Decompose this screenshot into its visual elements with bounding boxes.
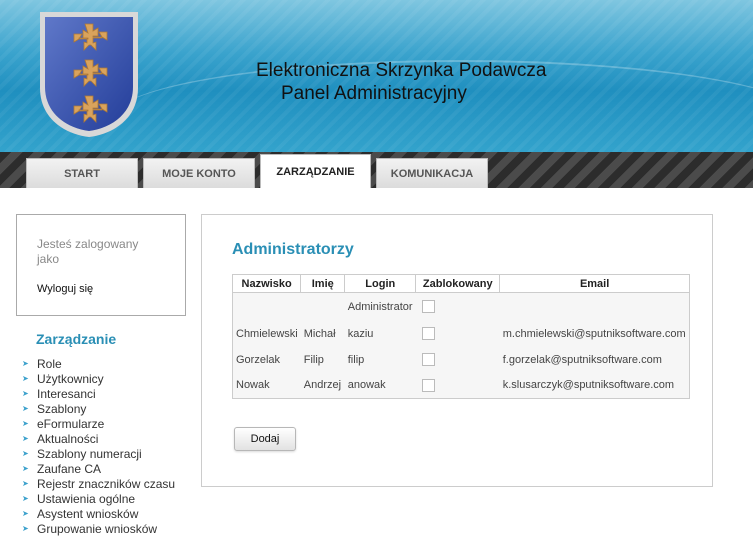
cell-imie [301, 293, 345, 321]
chevron-right-icon: ➤ [22, 359, 29, 368]
cell-imie: Filip [303, 353, 324, 366]
cell-nazwisko: Chmielewski [236, 327, 298, 340]
sidebar-item-eformularze[interactable]: ➤ eFormularze [22, 417, 175, 432]
chevron-right-icon: ➤ [22, 434, 29, 443]
sidebar-item-uzytkownicy[interactable]: ➤ Użytkownicy [22, 372, 175, 387]
cell-nazwisko: Nowak [236, 379, 270, 392]
cell-nazwisko [233, 293, 301, 321]
login-status-panel: Jesteś zalogowany jako Wyloguj się [16, 214, 186, 316]
chevron-right-icon: ➤ [22, 449, 29, 458]
sidebar-item-grupowanie-wnioskow[interactable]: ➤ Grupowanie wniosków [22, 522, 175, 537]
administrators-table: Nazwisko Imię Login Zablokowany Email Ad… [231, 274, 690, 399]
tab-moje-konto[interactable]: MOJE KONTO [143, 158, 255, 188]
chevron-right-icon: ➤ [22, 524, 29, 533]
column-header-imie[interactable]: Imię [300, 274, 346, 293]
column-header-zablokowany[interactable]: Zablokowany [415, 274, 501, 293]
chevron-right-icon: ➤ [22, 389, 29, 398]
cell-login: filip [347, 353, 365, 366]
table-row[interactable]: Gorzelak Filip filip f.gorzelak@sputniks… [233, 347, 690, 373]
sidebar-item-asystent-wnioskow[interactable]: ➤ Asystent wniosków [22, 507, 175, 522]
cell-email [500, 293, 690, 321]
sidebar-item-zaufane-ca[interactable]: ➤ Zaufane CA [22, 462, 175, 477]
chevron-right-icon: ➤ [22, 509, 29, 518]
chevron-right-icon: ➤ [22, 374, 29, 383]
page-title: Administratorzy [232, 241, 354, 258]
sidebar-title: Zarządzanie [36, 331, 117, 347]
column-header-email[interactable]: Email [499, 274, 690, 293]
sidebar-item-role[interactable]: ➤ Role [22, 357, 175, 372]
main-content-panel: Administratorzy Nazwisko Imię Login Zabl… [201, 214, 713, 487]
cell-login: kaziu [347, 327, 374, 340]
blocked-checkbox[interactable] [421, 327, 435, 340]
table-header-row: Nazwisko Imię Login Zablokowany Email [231, 274, 690, 293]
sidebar-item-ustawienia-ogolne[interactable]: ➤ Ustawienia ogólne [22, 492, 175, 507]
sidebar-menu: ➤ Role ➤ Użytkownicy ➤ Interesanci ➤ Szablon… [22, 357, 175, 537]
cell-login: Administrator [347, 300, 413, 313]
app-title: Elektroniczna Skrzynka Podawcza [256, 60, 547, 81]
sidebar-item-aktualnosci[interactable]: ➤ Aktualności [22, 432, 175, 447]
sidebar-item-szablony[interactable]: ➤ Szablony [22, 402, 175, 417]
chevron-right-icon: ➤ [22, 494, 29, 503]
cell-zablokowany [416, 347, 500, 373]
sidebar-item-interesanci[interactable]: ➤ Interesanci [22, 387, 175, 402]
cell-zablokowany [416, 321, 500, 347]
tab-zarzadzanie[interactable]: ZARZĄDZANIE [260, 154, 371, 188]
add-administrator-button[interactable]: Dodaj [234, 427, 296, 451]
sidebar-item-szablony-numeracji[interactable]: ➤ Szablony numeracji [22, 447, 175, 462]
cell-email: m.chmielewski@sputniksoftware.com [502, 327, 686, 340]
cell-email: k.slusarczyk@sputniksoftware.com [502, 379, 675, 392]
cell-email: f.gorzelak@sputniksoftware.com [502, 353, 662, 366]
blocked-checkbox[interactable] [421, 300, 435, 314]
table-row[interactable]: Administrator [233, 293, 690, 321]
column-header-login[interactable]: Login [344, 274, 417, 293]
chevron-right-icon: ➤ [22, 464, 29, 473]
login-status-text: Jesteś zalogowany jako [37, 237, 139, 266]
chevron-right-icon: ➤ [22, 479, 29, 488]
blocked-checkbox[interactable] [421, 353, 435, 366]
cell-imie: Andrzej [303, 379, 342, 392]
cell-imie: Michał [303, 327, 336, 340]
cell-login: anowak [347, 379, 386, 392]
cell-zablokowany [416, 293, 500, 321]
tab-start[interactable]: START [26, 158, 138, 188]
table-row[interactable]: Chmielewski Michał kaziu m.chmielewski@s… [233, 321, 690, 347]
chevron-right-icon: ➤ [22, 404, 29, 413]
cell-nazwisko: Gorzelak [236, 353, 281, 366]
header-banner: Elektroniczna Skrzynka Podawcza Panel Ad… [0, 0, 753, 152]
main-navigation: START MOJE KONTO ZARZĄDZANIE KOMUNIKACJA [0, 152, 753, 188]
column-header-nazwisko[interactable]: Nazwisko [231, 274, 302, 293]
tab-komunikacja[interactable]: KOMUNIKACJA [376, 158, 488, 188]
sidebar-item-rejestr-znacznikow-czasu[interactable]: ➤ Rejestr znaczników czasu [22, 477, 175, 492]
blocked-checkbox[interactable] [421, 378, 435, 392]
app-subtitle: Panel Administracyjny [281, 83, 467, 104]
chevron-right-icon: ➤ [22, 419, 29, 428]
coat-of-arms-crosses-icon [40, 12, 138, 137]
table-row[interactable]: Nowak Andrzej anowak k.slusarczyk@sputni… [233, 373, 690, 399]
cell-zablokowany [416, 373, 500, 399]
logout-link[interactable]: Wyloguj się [37, 283, 93, 295]
